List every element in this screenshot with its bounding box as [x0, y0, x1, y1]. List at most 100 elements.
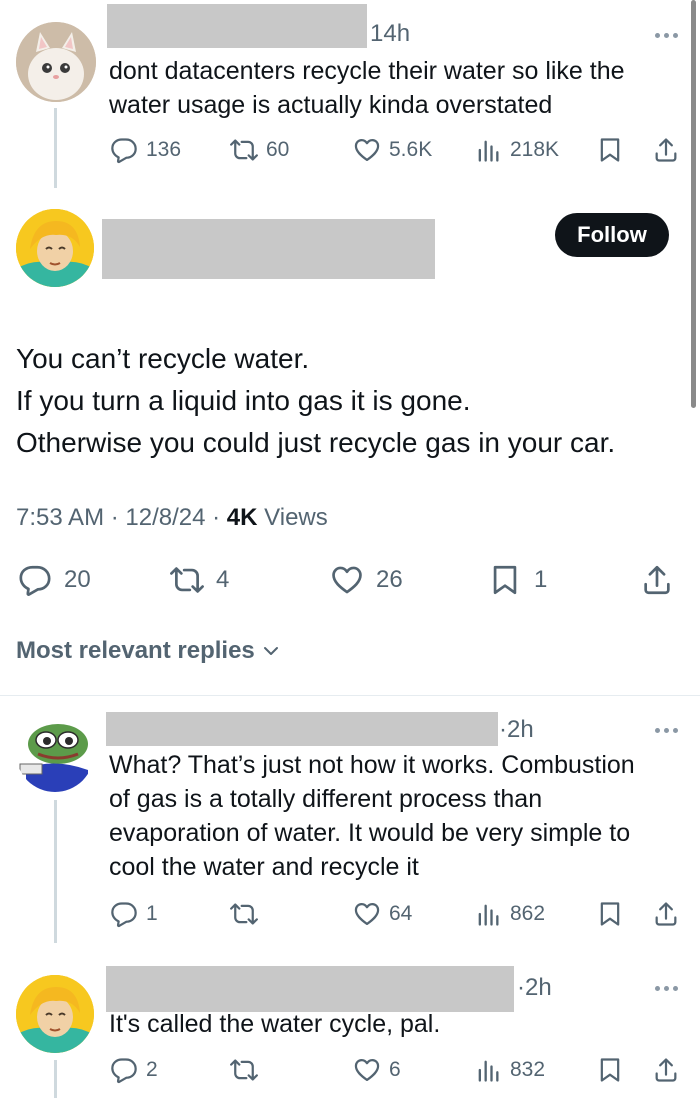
sort-label: Most relevant replies — [16, 637, 255, 664]
like-icon — [353, 1056, 381, 1084]
views-count: 832 — [510, 1058, 546, 1081]
views-count: 4K — [226, 504, 258, 531]
views-button[interactable]: 832 — [474, 1056, 545, 1084]
views-button[interactable]: 862 — [474, 900, 545, 928]
views-button[interactable]: 218K — [474, 136, 559, 164]
sort-replies-dropdown[interactable]: Most relevant replies — [16, 637, 281, 665]
cat-avatar-image — [16, 22, 96, 102]
avatar-frog[interactable] — [16, 714, 94, 792]
share-button[interactable] — [652, 900, 680, 928]
bookmark-icon — [596, 136, 624, 164]
post-text-line: water usage is actually kinda overstated — [109, 91, 553, 119]
repost-count: 4 — [216, 566, 230, 593]
reply-time: 2h — [507, 716, 534, 743]
share-button[interactable] — [640, 563, 674, 597]
views-label: Views — [264, 504, 328, 531]
repost-button[interactable]: 60 — [230, 136, 289, 164]
repost-button[interactable] — [230, 1056, 266, 1084]
more-icon[interactable] — [655, 33, 678, 38]
repost-icon — [170, 563, 204, 597]
bookmark-button[interactable] — [596, 136, 624, 164]
reply-text-line: It's called the water cycle, pal. — [109, 1010, 441, 1038]
frog-avatar-image — [16, 714, 94, 792]
reply-text: It's called the water cycle, pal. — [109, 1007, 440, 1041]
like-count: 5.6K — [389, 138, 433, 161]
post-time[interactable]: 7:53 AM — [16, 504, 104, 531]
repost-button[interactable]: 4 — [170, 563, 229, 597]
chevron-down-icon — [263, 647, 278, 655]
bookmark-icon — [596, 1056, 624, 1084]
post-meta: 7:53 AM · 12/8/24 · 4K Views — [16, 504, 328, 531]
reply-button[interactable]: 20 — [18, 563, 91, 597]
reply-count: 20 — [64, 566, 91, 593]
reply-icon — [110, 1056, 138, 1084]
post-text: dont datacenters recycle their water so … — [109, 54, 625, 122]
bookmark-count: 1 — [534, 566, 548, 593]
reply-icon — [110, 900, 138, 928]
views-icon — [474, 136, 502, 164]
like-icon — [330, 563, 364, 597]
avatar-main-reply[interactable] — [16, 975, 94, 1053]
views-count: 862 — [510, 902, 546, 925]
more-icon[interactable] — [655, 728, 678, 733]
reply-timestamp[interactable]: ·2h — [499, 716, 534, 744]
redacted-display-name — [102, 219, 435, 279]
share-icon — [640, 563, 674, 597]
like-button[interactable]: 6 — [353, 1056, 401, 1084]
like-count: 64 — [389, 902, 413, 925]
share-icon — [652, 1056, 680, 1084]
like-button[interactable]: 64 — [353, 900, 412, 928]
repost-icon — [230, 136, 258, 164]
reply-count: 1 — [146, 902, 158, 925]
section-divider — [0, 695, 700, 696]
avatar-main[interactable] — [16, 209, 94, 287]
post-text-line: dont datacenters recycle their water so … — [109, 57, 625, 85]
post-timestamp[interactable]: 14h — [370, 20, 410, 48]
like-count: 6 — [389, 1058, 401, 1081]
like-button[interactable]: 26 — [330, 563, 403, 597]
reply-button[interactable]: 1 — [110, 900, 158, 928]
repost-button[interactable] — [230, 900, 266, 928]
share-icon — [652, 900, 680, 928]
follow-button[interactable]: Follow — [555, 213, 669, 257]
scrollbar[interactable] — [691, 0, 696, 408]
share-button[interactable] — [652, 1056, 680, 1084]
main-text-line: Otherwise you could just recycle gas in … — [16, 427, 616, 458]
reply-icon — [18, 563, 52, 597]
post-time: 14h — [370, 20, 411, 47]
bookmark-icon — [488, 563, 522, 597]
like-button[interactable]: 5.6K — [353, 136, 432, 164]
repost-count: 60 — [266, 138, 290, 161]
bookmark-button[interactable]: 1 — [488, 563, 547, 597]
redacted-username — [106, 966, 514, 1012]
reply-text-line: of gas is a totally different process th… — [109, 785, 543, 813]
avatar-cat[interactable] — [16, 22, 96, 102]
thread-line — [54, 800, 57, 943]
share-button[interactable] — [652, 136, 680, 164]
main-post-text: You can’t recycle water. If you turn a l… — [16, 338, 615, 464]
like-count: 26 — [376, 566, 403, 593]
main-text-line: You can’t recycle water. — [16, 343, 310, 374]
more-icon[interactable] — [655, 986, 678, 991]
redacted-username — [107, 4, 367, 48]
repost-icon — [230, 1056, 258, 1084]
reply-text-line: cool the water and recycle it — [109, 853, 419, 881]
reply-button[interactable]: 136 — [110, 136, 181, 164]
share-icon — [652, 136, 680, 164]
thread-line — [54, 108, 57, 188]
like-icon — [353, 900, 381, 928]
reply-timestamp[interactable]: ·2h — [517, 974, 552, 1002]
post-date[interactable]: 12/8/24 — [125, 504, 205, 531]
thread-line — [54, 1060, 57, 1098]
views-icon — [474, 1056, 502, 1084]
like-icon — [353, 136, 381, 164]
bookmark-icon — [596, 900, 624, 928]
reply-time: 2h — [525, 974, 552, 1001]
main-text-line: If you turn a liquid into gas it is gone… — [16, 385, 471, 416]
reply-count: 2 — [146, 1058, 158, 1081]
cartoon-avatar-image — [16, 975, 94, 1053]
bookmark-button[interactable] — [596, 900, 624, 928]
reply-button[interactable]: 2 — [110, 1056, 158, 1084]
views-count: 218K — [510, 138, 560, 161]
bookmark-button[interactable] — [596, 1056, 624, 1084]
